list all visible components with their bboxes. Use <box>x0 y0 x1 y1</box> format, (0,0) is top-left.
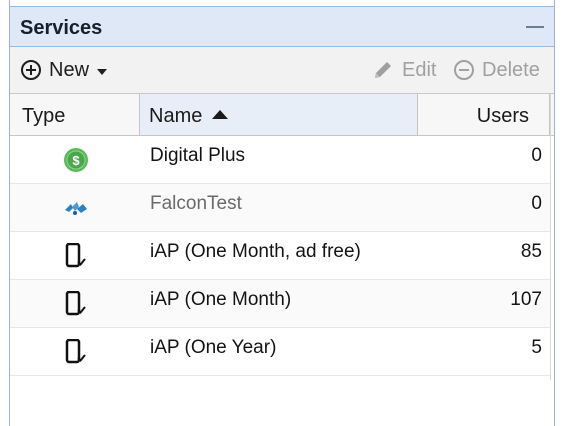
services-panel: Services New Edit Delete Type Name Users <box>9 0 555 426</box>
sort-ascending-icon <box>212 110 229 119</box>
toolbar: New Edit Delete <box>10 47 554 94</box>
add-circle-icon <box>21 60 41 80</box>
chevron-down-icon <box>97 68 108 75</box>
column-header-name-label: Name <box>149 105 203 127</box>
remove-circle-icon <box>454 60 474 80</box>
column-header-users-label: Users <box>476 105 529 127</box>
new-button-label: New <box>49 58 90 81</box>
falcon-logo-icon <box>62 195 90 221</box>
service-name: iAP (One Month) <box>150 289 292 310</box>
panel-title: Services <box>20 17 103 39</box>
grid-scrollbar-edge <box>550 94 551 380</box>
service-users: 0 <box>531 193 542 214</box>
mobile-check-icon <box>62 339 90 365</box>
services-grid: Type Name Users $ Digital Plus 0 FalconT… <box>10 94 554 376</box>
collapse-button[interactable] <box>526 26 544 28</box>
edit-button[interactable]: Edit <box>372 57 436 83</box>
service-name: iAP (One Month, ad free) <box>150 241 361 262</box>
service-users: 0 <box>531 145 542 166</box>
mobile-check-icon <box>62 243 90 269</box>
column-header-type-label: Type <box>22 105 66 127</box>
service-users: 107 <box>510 289 542 310</box>
column-header-type[interactable]: Type <box>10 94 140 135</box>
table-row[interactable]: iAP (One Month, ad free) 85 <box>10 232 550 280</box>
column-header-users[interactable]: Users <box>418 94 550 135</box>
panel-header: Services <box>10 6 554 47</box>
column-header-name[interactable]: Name <box>140 94 418 135</box>
table-row[interactable]: FalconTest 0 <box>10 184 550 232</box>
service-users: 5 <box>531 337 542 358</box>
delete-button[interactable]: Delete <box>454 57 540 83</box>
new-button[interactable]: New <box>21 57 108 83</box>
svg-text:$: $ <box>72 153 80 168</box>
service-name: iAP (One Year) <box>150 337 277 358</box>
table-row[interactable]: iAP (One Month) 107 <box>10 280 550 328</box>
pencil-icon <box>375 62 391 78</box>
table-row[interactable]: $ Digital Plus 0 <box>10 136 550 184</box>
edit-button-label: Edit <box>402 58 437 81</box>
table-row[interactable]: iAP (One Year) 5 <box>10 328 550 376</box>
service-name: Digital Plus <box>150 145 246 166</box>
service-name: FalconTest <box>150 193 242 214</box>
dollar-coin-icon: $ <box>62 147 90 173</box>
grid-header: Type Name Users <box>10 94 554 136</box>
delete-button-label: Delete <box>482 58 540 81</box>
service-users: 85 <box>520 241 542 262</box>
mobile-check-icon <box>62 291 90 317</box>
